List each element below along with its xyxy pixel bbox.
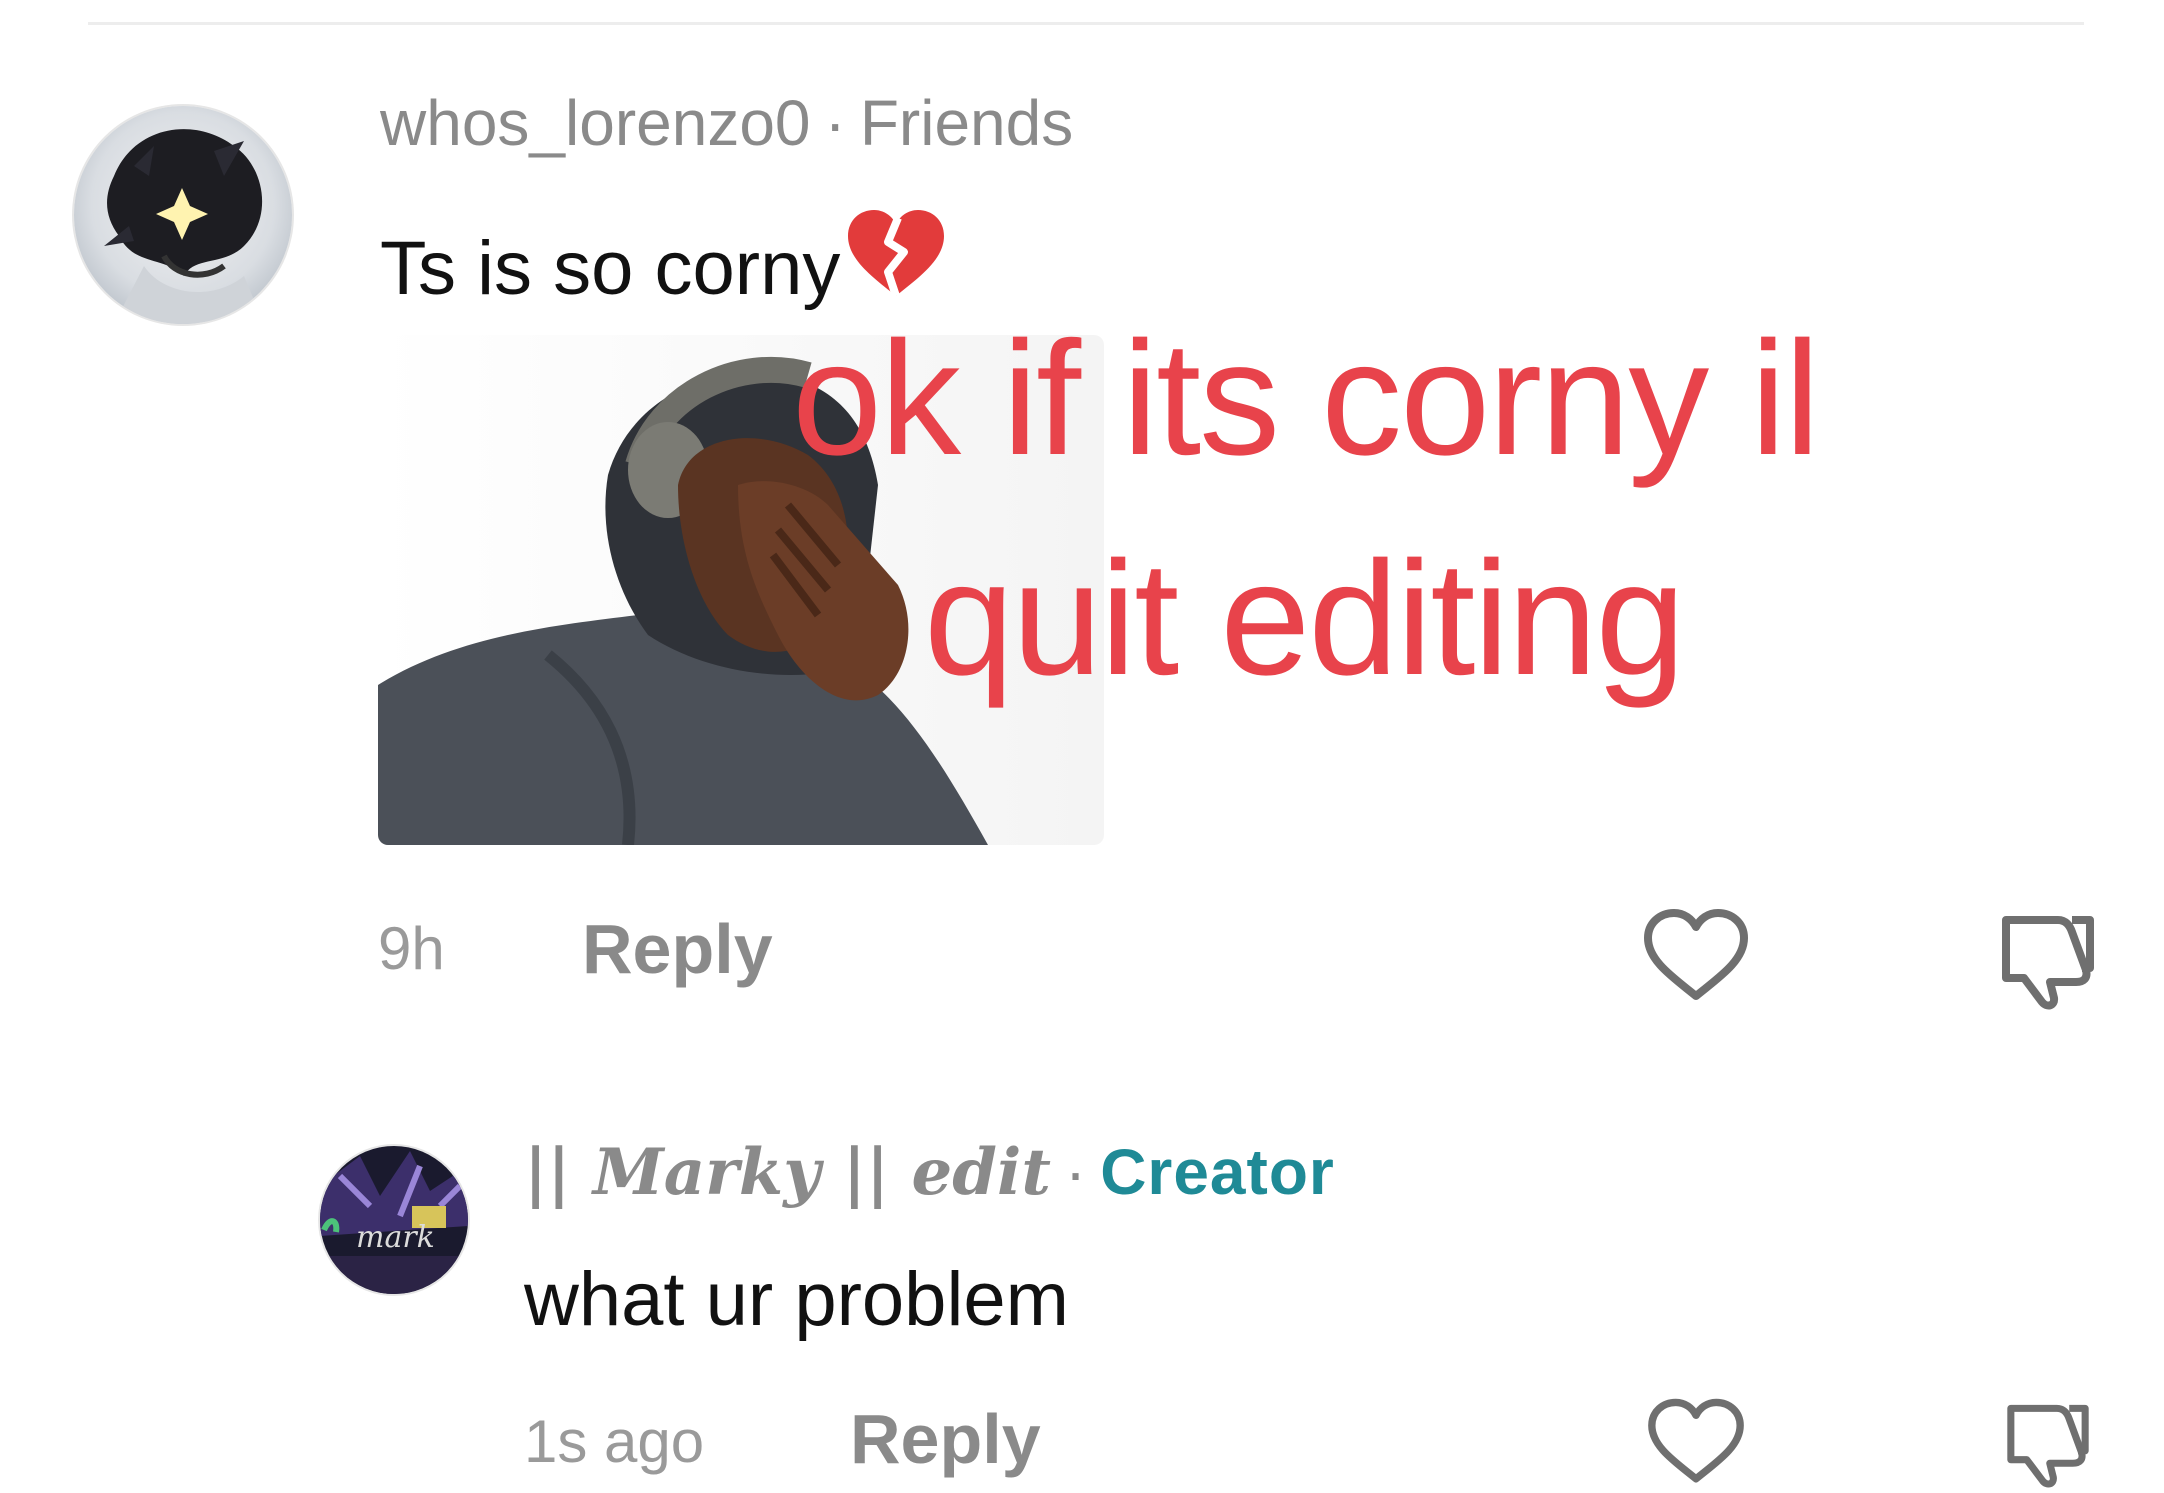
- comment-timestamp: 9h: [378, 915, 445, 982]
- comment-text: what ur problem: [524, 1257, 1069, 1342]
- creator-badge: Creator: [1100, 1136, 1335, 1208]
- meta-separator: ·: [824, 87, 846, 159]
- dislike-button[interactable]: [1992, 1396, 2104, 1488]
- comment-text-content: Ts is so corny: [380, 226, 841, 311]
- image-overlay-line2: quit editing: [924, 528, 1686, 709]
- heart-outline-icon: [1644, 909, 1748, 1000]
- dislike-button[interactable]: [1992, 906, 2104, 1010]
- broken-heart-icon: [844, 208, 948, 313]
- like-button[interactable]: [1640, 1396, 1752, 1488]
- avatar-label: mark: [356, 1220, 435, 1255]
- comment-meta: || Marky || edit · Creator: [524, 1140, 1335, 1205]
- heart-outline-icon: [1648, 1398, 1744, 1483]
- username[interactable]: || Marky || edit: [524, 1135, 1051, 1210]
- username[interactable]: whos_lorenzo0: [380, 87, 811, 159]
- top-divider: [88, 22, 2084, 25]
- reply-button[interactable]: Reply: [850, 1404, 1041, 1474]
- thumbs-down-icon: [2007, 1404, 2089, 1488]
- image-overlay-line1: ok if its corny il: [792, 308, 1820, 489]
- avatar-image: [74, 106, 292, 324]
- like-button[interactable]: [1640, 906, 1752, 1006]
- avatar[interactable]: mark: [320, 1146, 468, 1294]
- meta-separator: ·: [1064, 1136, 1087, 1208]
- relation-badge: Friends: [859, 87, 1074, 159]
- reply-button[interactable]: Reply: [582, 914, 773, 984]
- comment-text: Ts is so corny: [380, 208, 948, 313]
- avatar[interactable]: [74, 106, 292, 324]
- comment-meta: whos_lorenzo0 · Friends: [380, 91, 1073, 155]
- thumbs-down-icon: [2002, 916, 2094, 1010]
- comment-timestamp: 1s ago: [524, 1408, 705, 1475]
